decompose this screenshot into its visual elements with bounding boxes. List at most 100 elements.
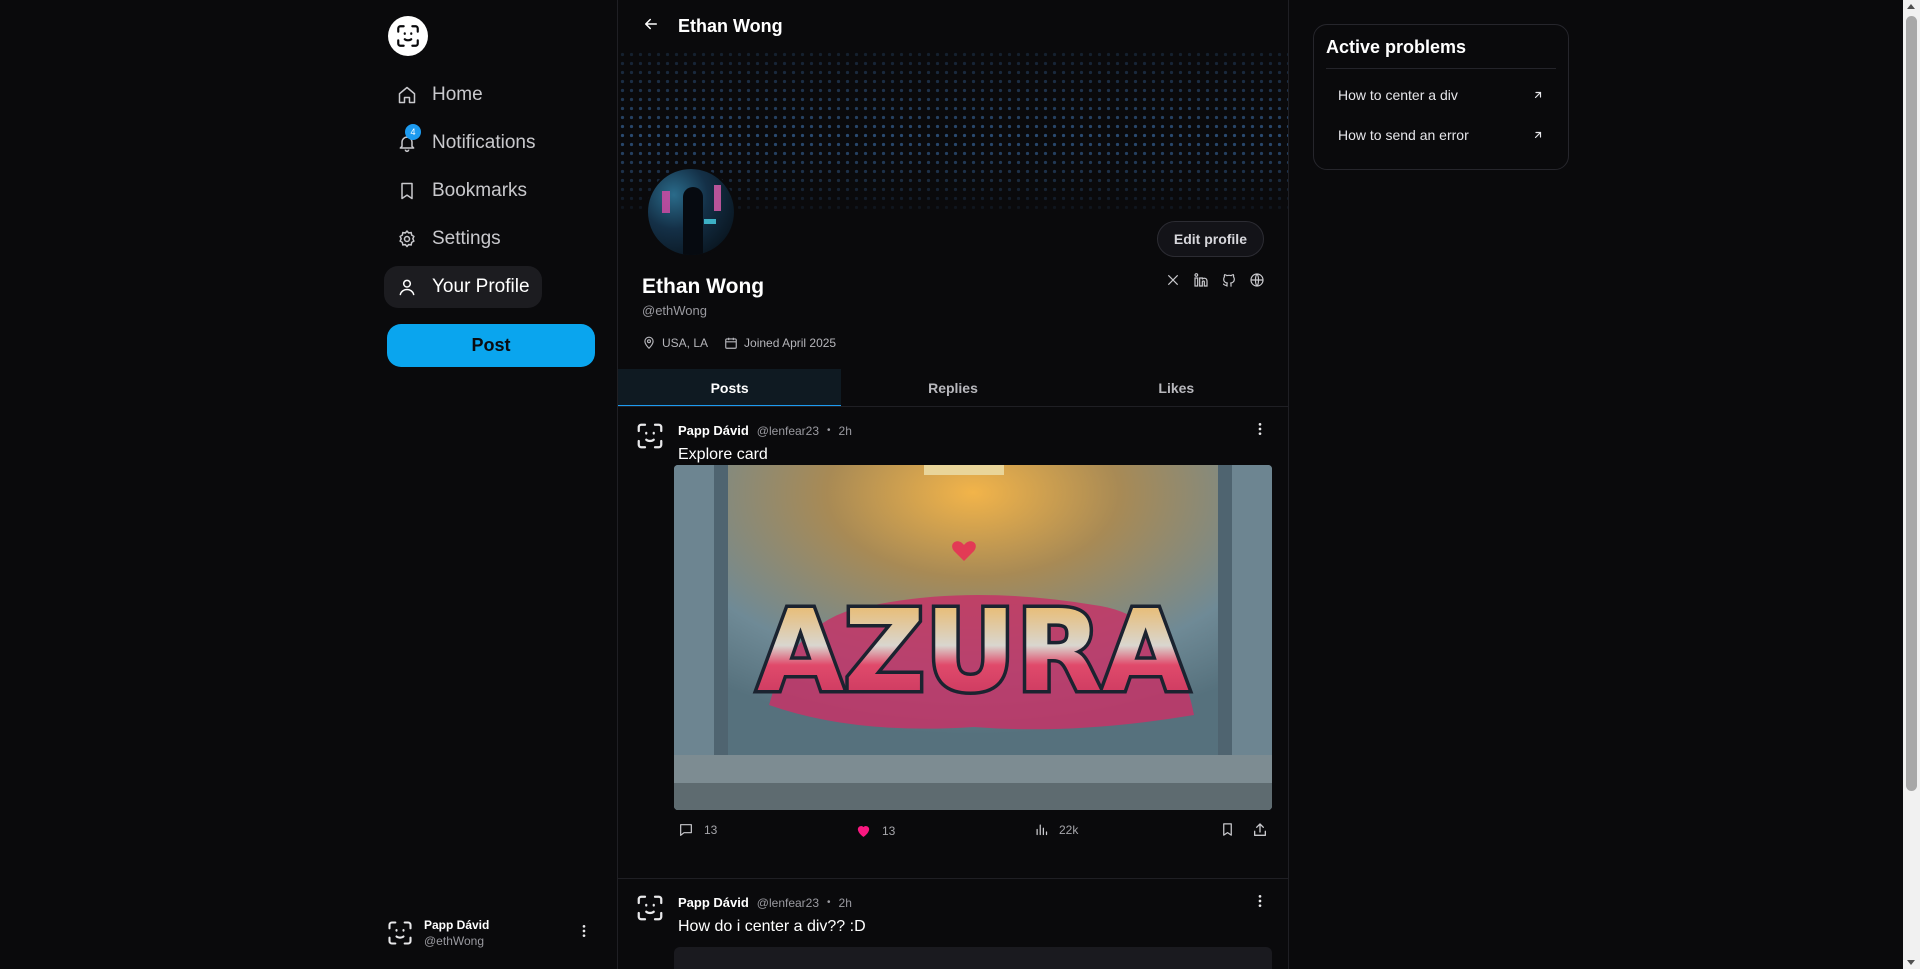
more-vertical-icon[interactable] [1252,421,1268,442]
social-links [1164,271,1266,289]
problem-label: How to send an error [1338,127,1469,143]
nav-item-label: Your Profile [432,276,530,297]
face-scan-icon [637,895,663,921]
profile-tabs: Posts Replies Likes [618,369,1288,407]
edit-profile-button[interactable]: Edit profile [1156,221,1264,257]
post-handle[interactable]: @lenfear23 [757,896,819,910]
heart-filled-icon [857,826,870,837]
share-icon [1254,823,1266,836]
bell-icon: 4 [396,124,421,154]
problem-label: How to center a div [1338,87,1458,103]
profile-name: Ethan Wong [642,275,765,298]
joined-text: Joined April 2025 [744,336,837,350]
comment-count: 13 [704,823,718,837]
profile-location: USA, LA [642,336,708,350]
tab-likes[interactable]: Likes [1065,369,1288,406]
problem-link[interactable]: How to center a div [1326,75,1556,115]
post-image[interactable]: AZURA [674,465,1272,810]
nav-item-settings[interactable]: Settings [384,218,513,260]
account-handle: @ethWong [424,934,484,948]
location-text: USA, LA [662,336,709,350]
nav-item-label: Notifications [432,132,536,153]
profile-joined: Joined April 2025 [724,336,836,350]
avatar-neon-sign [662,191,670,213]
more-vertical-icon[interactable] [576,923,592,944]
post-card[interactable]: Papp Dávid @lenfear23 • 2h Explore card [618,407,1288,879]
more-vertical-icon[interactable] [1252,893,1268,914]
page-title: Ethan Wong [678,15,783,36]
active-problems-panel: Active problems How to center a div How … [1313,24,1569,170]
like-button[interactable]: 13 [855,822,895,839]
views-button[interactable]: 22k [1034,822,1078,837]
page-scrollbar[interactable] [1903,0,1920,969]
post-header: Papp Dávid @lenfear23 • 2h [678,895,852,910]
app-logo[interactable] [388,16,428,56]
notification-badge: 4 [405,124,421,140]
panel-title: Active problems [1326,37,1556,69]
post-time: 2h [838,895,852,910]
post-button[interactable]: Post [387,324,595,367]
face-scan-icon [637,423,663,449]
bookmark-icon [1223,823,1232,836]
profile-column: Ethan Wong Edit profile Ethan Wong @ethW… [617,0,1289,969]
post-card[interactable]: Papp Dávid @lenfear23 • 2h How do i cent… [618,879,1288,969]
back-arrow-icon[interactable] [642,15,660,38]
profile-handle: @ethWong [642,303,707,318]
bookmark-icon [396,180,418,202]
nav-item-bookmarks[interactable]: Bookmarks [384,170,539,212]
nav-item-your-profile[interactable]: Your Profile [384,266,542,308]
nav-item-notifications[interactable]: 4 Notifications [384,122,548,164]
face-scan-icon [388,921,412,945]
nav-item-home[interactable]: Home [384,74,495,116]
globe-icon[interactable] [1248,271,1266,289]
left-sidebar: Home 4 Notifications Bookmarks Settings … [380,0,618,969]
like-count: 13 [882,823,896,838]
account-info: Papp Dávid @ethWong [424,918,489,948]
linkedin-icon[interactable] [1192,271,1210,289]
post-time: 2h [838,423,852,438]
profile-header: Ethan Wong [618,0,1288,52]
comment-icon [680,824,692,836]
post-handle[interactable]: @lenfear23 [757,424,819,438]
profile-avatar[interactable] [646,167,736,257]
post-text: Explore card [678,446,768,463]
graffiti-text: AZURA [757,587,1189,717]
bar-chart-icon [1036,824,1048,836]
scrollbar-thumb[interactable] [1906,16,1917,791]
separator-dot: • [827,897,831,908]
bookmark-post-button[interactable] [1220,822,1235,837]
reply-button[interactable]: 13 [678,822,717,838]
home-icon [396,84,418,106]
user-icon [396,276,418,298]
account-name: Papp Dávid [424,918,490,932]
x-icon[interactable] [1164,271,1182,289]
scroll-down-arrow-icon[interactable] [1907,960,1915,965]
post-author[interactable]: Papp Dávid [678,895,749,910]
external-link-icon [1534,131,1542,139]
external-link-icon [1534,91,1542,99]
gear-icon [396,228,418,250]
problem-link[interactable]: How to send an error [1326,115,1556,155]
main-nav: Home 4 Notifications Bookmarks Settings … [384,74,614,314]
tab-posts[interactable]: Posts [618,369,842,406]
tab-replies[interactable]: Replies [841,369,1064,406]
avatar-figure [683,187,703,255]
view-count: 22k [1059,822,1079,837]
post-author[interactable]: Papp Dávid [678,423,749,438]
separator-dot: • [827,425,831,436]
account-switcher[interactable]: Papp Dávid @ethWong [386,913,598,953]
share-button[interactable] [1252,822,1268,838]
post-header: Papp Dávid @lenfear23 • 2h [678,423,852,438]
nav-item-label: Settings [432,228,501,249]
github-icon[interactable] [1220,271,1238,289]
calendar-icon [725,337,737,349]
app: Home 4 Notifications Bookmarks Settings … [0,0,1920,969]
post-actions: 13 13 22k [678,822,1274,842]
face-scan-icon [397,25,419,47]
code-block [674,947,1272,969]
avatar-neon-sign [714,185,721,211]
scroll-up-arrow-icon[interactable] [1907,4,1915,9]
post-text: How do i center a div?? :D [678,918,866,935]
map-pin-icon [644,336,654,350]
avatar-neon-sign [704,219,716,224]
